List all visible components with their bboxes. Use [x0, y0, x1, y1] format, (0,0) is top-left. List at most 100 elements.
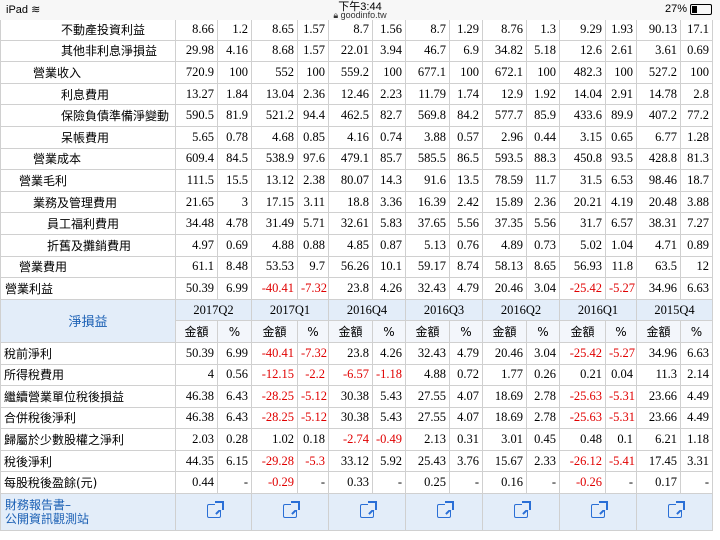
quarter-header: 2016Q4: [328, 298, 406, 322]
percent-cell: 9.7: [297, 255, 329, 279]
percent-cell: 3.76: [449, 449, 483, 473]
amount-cell: 4.71: [636, 233, 681, 257]
report-link-cell[interactable]: [251, 493, 329, 532]
amount-cell: 1.77: [482, 363, 527, 387]
percent-cell: 1.74: [449, 82, 483, 106]
income-statement-table: 不動產投資利益 8.66 1.2 8.65 1.57 8.7 1.56 8.7 1.29 8.76…: [0, 20, 713, 532]
percent-cell: 5.83: [372, 212, 406, 235]
percent-cell: 3.11: [297, 190, 329, 214]
row-label: 稅前淨利: [0, 341, 176, 365]
percent-cell: 0.1: [605, 428, 637, 451]
percent-cell: 88.3: [526, 147, 560, 171]
amount-cell: 90.13: [636, 20, 681, 41]
percent-cell: -5.31: [605, 406, 637, 430]
amount-cell: 56.26: [328, 255, 373, 279]
percent-cell: 6.9: [449, 39, 483, 63]
row-label: 歸屬於少數股權之淨利: [0, 428, 176, 451]
percent-cell: 0.57: [449, 125, 483, 149]
amount-cell: 21.65: [175, 190, 218, 214]
page-content[interactable]: 不動產投資利益 8.66 1.2 8.65 1.57 8.7 1.56 8.7 1.29 8.76…: [0, 20, 720, 540]
amount-cell: 0.25: [405, 471, 450, 495]
amount-cell: 428.8: [636, 147, 681, 171]
percent-cell: 2.61: [605, 39, 637, 63]
address-bar[interactable]: 🔒︎ goodinfo.tw: [0, 11, 720, 20]
table-row: 歸屬於少數股權之淨利 2.03 0.28 1.02 0.18 -2.74 -0.49 2.13…: [0, 428, 713, 451]
percent-cell: 11.7: [526, 169, 560, 192]
amount-cell: 31.49: [251, 212, 298, 235]
percent-cell: 0.72: [449, 363, 483, 387]
table-row: 員工福利費用 34.48 4.78 31.49 5.71 32.61 5.83 37.65 5.…: [0, 212, 713, 235]
amount-cell: 31.7: [559, 212, 606, 235]
percent-cell: 1.57: [297, 20, 329, 41]
amount-cell: 16.39: [405, 190, 450, 214]
financial-report-link-label[interactable]: 財務報告書– 公開資訊觀測站: [0, 493, 176, 532]
external-link-icon[interactable]: [667, 500, 685, 518]
quarter-header: 2016Q3: [405, 298, 483, 322]
amount-cell: 53.53: [251, 255, 298, 279]
amount-cell: 25.43: [405, 449, 450, 473]
external-link-icon[interactable]: [514, 500, 531, 518]
amount-cell: -25.42: [559, 341, 606, 365]
report-link-cell[interactable]: [482, 493, 560, 532]
percent-cell: -: [217, 471, 252, 495]
percent-cell: -7.32: [297, 341, 329, 365]
amount-cell: -26.12: [559, 449, 606, 473]
amount-cell: 63.5: [636, 255, 681, 279]
percent-cell: 4.49: [680, 406, 713, 430]
report-link-cell[interactable]: [328, 493, 406, 532]
percent-cell: 1.28: [680, 125, 713, 149]
percent-cell: 0.45: [526, 428, 560, 451]
external-link-icon[interactable]: [437, 500, 454, 518]
amount-cell: 2.03: [175, 428, 218, 451]
percent-cell: 4.79: [449, 341, 483, 365]
percent-cell: 0.87: [372, 233, 406, 257]
percent-cell: 6.43: [217, 406, 252, 430]
percent-cell: -5.41: [605, 449, 637, 473]
amount-cell: 2.96: [482, 125, 527, 149]
percent-cell: 2.8: [680, 82, 713, 106]
percent-cell: 85.7: [372, 147, 406, 171]
percent-cell: 1.18: [680, 428, 713, 451]
amount-cell: 3.61: [636, 39, 681, 63]
amount-cell: 12.46: [328, 82, 373, 106]
report-link-cell[interactable]: [636, 493, 713, 532]
amount-cell: 5.65: [175, 125, 218, 149]
quarter-header: 2017Q2: [175, 298, 252, 322]
percent-cell: 3.04: [526, 277, 560, 300]
amount-cell: 3.01: [482, 428, 527, 451]
external-link-icon[interactable]: [591, 500, 608, 518]
report-link-cell[interactable]: [175, 493, 252, 532]
percent-cell: 77.2: [680, 104, 713, 127]
percent-cell: 0.74: [372, 125, 406, 149]
percent-cell: -: [372, 471, 406, 495]
table-row: 合併稅後淨利 46.38 6.43 -28.25 -5.12 30.38 5.43 27.55…: [0, 406, 713, 430]
row-label: 不動產投資利益: [0, 20, 176, 41]
amount-header: 金額: [482, 320, 527, 343]
amount-cell: -25.63: [559, 385, 606, 408]
report-link-cell[interactable]: [405, 493, 483, 532]
amount-cell: 0.21: [559, 363, 606, 387]
report-link-cell[interactable]: [559, 493, 637, 532]
amount-cell: 5.02: [559, 233, 606, 257]
amount-cell: 46.38: [175, 406, 218, 430]
percent-cell: 8.74: [449, 255, 483, 279]
amount-cell: 450.8: [559, 147, 606, 171]
external-link-icon[interactable]: [206, 500, 224, 518]
percent-cell: 3.04: [526, 341, 560, 365]
amount-cell: -25.42: [559, 277, 606, 300]
amount-cell: 8.7: [328, 20, 373, 41]
amount-cell: -6.57: [328, 363, 373, 387]
external-link-icon[interactable]: [283, 500, 300, 518]
amount-cell: 577.7: [482, 104, 527, 127]
percent-header: %: [526, 320, 560, 343]
percent-cell: 15.5: [217, 169, 252, 192]
row-label: 利息費用: [0, 82, 176, 106]
row-label: 業務及管理費用: [0, 190, 176, 214]
amount-cell: 585.5: [405, 147, 450, 171]
amount-cell: 5.13: [405, 233, 450, 257]
percent-cell: 93.5: [605, 147, 637, 171]
percent-cell: 1.57: [297, 39, 329, 63]
external-link-icon[interactable]: [360, 500, 377, 518]
percent-cell: 97.6: [297, 147, 329, 171]
percent-cell: 1.93: [605, 20, 637, 41]
